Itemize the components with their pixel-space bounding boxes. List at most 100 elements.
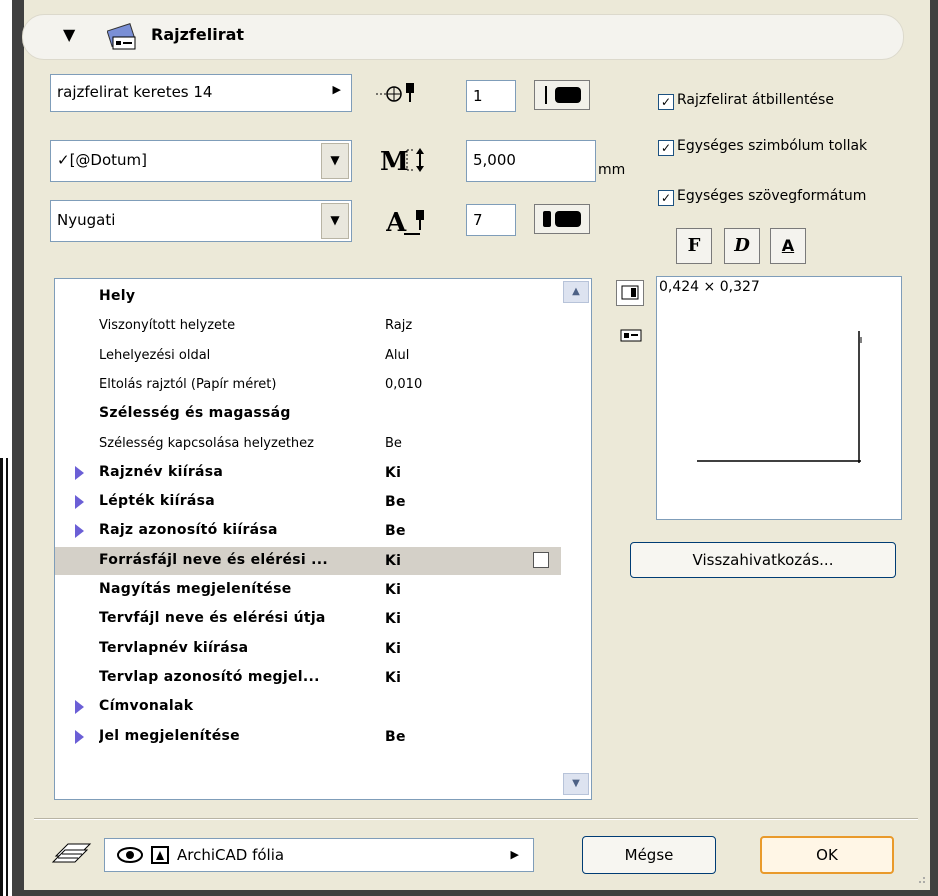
list-item-name: Forrásfájl neve és elérési ... (99, 551, 329, 568)
list-item[interactable]: Viszonyított helyzete Rajz (55, 312, 563, 340)
panel-header[interactable]: ▼ Rajzfelirat (22, 14, 904, 60)
expand-triangle-icon[interactable] (75, 524, 84, 539)
preview-mode-button[interactable] (616, 280, 644, 306)
text-pen-value: 7 (473, 211, 483, 229)
marker-pen-field[interactable]: 1 (466, 80, 516, 112)
list-item[interactable]: Lehelyezési oldal Alul (55, 342, 563, 370)
list-item-name: Tervfájl neve és elérési útja (99, 610, 326, 627)
list-item-value: Ki (385, 669, 402, 686)
text-size-icon: M (380, 147, 424, 177)
marker-popup-value: rajzfelirat keretes 14 (57, 83, 213, 101)
list-item[interactable]: Címvonalak (55, 693, 563, 721)
thick-line-icon (555, 211, 581, 227)
list-item-value: Rajz (385, 318, 413, 334)
underline-button[interactable]: A (770, 228, 806, 264)
settings-list[interactable]: Hely Viszonyított helyzete Rajz Lehelyezési… (54, 278, 592, 800)
list-item-value: Ki (385, 552, 402, 569)
expand-triangle-icon[interactable] (75, 495, 84, 510)
font-popup-text: ✓[@Dotum] (57, 151, 147, 169)
text-size-value: 5,000 (473, 151, 516, 169)
list-item[interactable]: Rajznév kiírása Ki (55, 459, 563, 487)
list-item-value: Be (385, 728, 406, 745)
background-window-edge (0, 0, 12, 896)
list-item[interactable]: Jel megjelenítése Be (55, 723, 563, 751)
marker-popup[interactable]: rajzfelirat keretes 14 ▶ (50, 74, 352, 112)
italic-button[interactable]: D (724, 228, 760, 264)
popup-arrow-icon: ▶ (510, 848, 519, 861)
lock-icon[interactable] (151, 846, 169, 864)
layer-name: ArchiCAD fólia (177, 846, 285, 864)
ok-button[interactable]: OK (760, 836, 894, 874)
layer-popup[interactable]: ArchiCAD fólia ▶ (104, 838, 534, 872)
checkbox-box[interactable] (533, 551, 549, 568)
popup-arrow-icon: ▶ (332, 83, 341, 96)
list-item-name: Címvonalak (99, 698, 194, 715)
layout-preview-icon (621, 285, 639, 300)
drawing-title-icon (107, 23, 136, 50)
expand-triangle-icon[interactable] (75, 700, 84, 715)
list-item[interactable]: Tervlapnév kiírása Ki (55, 635, 563, 663)
resize-grip-icon[interactable] (914, 874, 926, 886)
scroll-down-arrow-icon[interactable]: ▼ (563, 773, 589, 795)
text-pen-button[interactable] (534, 204, 590, 234)
script-popup-value: Nyugati (57, 211, 116, 229)
preview-drawing (697, 331, 862, 463)
list-item-name: Jel megjelenítése (99, 727, 240, 744)
list-item[interactable]: Lépték kiírása Be (55, 488, 563, 516)
eye-icon[interactable] (115, 845, 145, 865)
font-checkmark: ✓ (57, 151, 70, 169)
list-item[interactable]: Nagyítás megjelenítése Ki (55, 576, 563, 604)
text-size-field[interactable]: 5,000 (466, 140, 596, 182)
font-popup[interactable]: ✓[@Dotum] ▼ (50, 140, 352, 182)
font-popup-value: [@Dotum] (69, 151, 148, 169)
expand-triangle-icon[interactable] (75, 465, 84, 480)
list-item-value: Be (385, 435, 402, 451)
list-item-value: Ki (385, 640, 402, 657)
panel-title: Rajzfelirat (151, 25, 245, 44)
collapse-triangle-icon[interactable]: ▼ (63, 25, 75, 44)
list-item-value: Alul (385, 347, 410, 363)
checkbox-label: Egységes szimbólum tollak (677, 138, 868, 154)
list-item-name: Tervlap azonosító megjel... (99, 668, 320, 685)
list-item[interactable]: Szélesség kapcsolása helyzethez Be (55, 430, 563, 458)
list-item[interactable]: Forrásfájl neve és elérési ... Ki (55, 546, 561, 575)
list-item-name: Szélesség kapcsolása helyzethez (99, 435, 314, 451)
list-item-name: Szélesség és magasság (99, 405, 291, 422)
checkbox-uniform-text-format[interactable]: ✓ Egységes szövegformátum (658, 188, 866, 206)
list-item-name: Tervlapnév kiírása (99, 639, 249, 656)
text-pen-field[interactable]: 7 (466, 204, 516, 236)
list-item[interactable]: Hely (55, 283, 563, 311)
text-pen-icon: A (386, 208, 424, 238)
list-item[interactable]: Szélesség és magasság (55, 400, 563, 428)
chevron-down-icon[interactable]: ▼ (321, 203, 349, 239)
list-item-name: Lehelyezési oldal (99, 347, 211, 363)
marker-pen-button[interactable] (534, 80, 590, 110)
marker-pen-icon (376, 83, 414, 102)
list-item[interactable]: Tervfájl neve és elérési útja Ki (55, 605, 563, 633)
bold-button[interactable]: F (676, 228, 712, 264)
checkbox-box[interactable]: ✓ (658, 140, 674, 156)
list-item-value: Ki (385, 611, 402, 628)
list-item[interactable]: Tervlap azonosító megjel... Ki (55, 664, 563, 692)
list-item-value: Be (385, 494, 406, 511)
list-item[interactable]: Rajz azonosító kiírása Be (55, 517, 563, 545)
marker-pen-value: 1 (473, 87, 483, 105)
checkbox-box[interactable]: ✓ (658, 190, 674, 206)
layer-icon (51, 843, 92, 863)
back-reference-button[interactable]: Visszahivatkozás... (630, 542, 896, 578)
checkbox-box[interactable]: ✓ (658, 94, 674, 110)
list-item-name: Hely (99, 288, 136, 304)
expand-triangle-icon[interactable] (75, 729, 84, 744)
thin-line-icon (545, 86, 547, 104)
cancel-button[interactable]: Mégse (582, 836, 716, 874)
list-item[interactable]: Eltolás rajztól (Papír méret) 0,010 (55, 371, 563, 399)
checkbox-flip-title[interactable]: ✓ Rajzfelirat átbillentése (658, 92, 834, 110)
title-preview-icon[interactable] (620, 326, 642, 344)
list-item-value: 0,010 (385, 376, 423, 392)
scroll-up-arrow-icon[interactable]: ▲ (563, 281, 589, 303)
checkbox-uniform-symbol-pens[interactable]: ✓ Egységes szimbólum tollak (658, 138, 867, 156)
list-item-name: Viszonyított helyzete (99, 318, 236, 334)
script-popup[interactable]: Nyugati ▼ (50, 200, 352, 242)
chevron-down-icon[interactable]: ▼ (321, 143, 349, 179)
list-item-value: Ki (385, 582, 402, 598)
